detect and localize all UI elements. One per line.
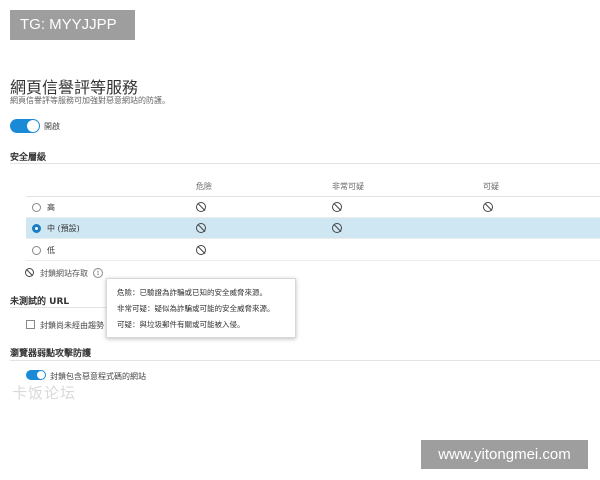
level-row-medium[interactable]: 中 (預設): [26, 218, 600, 239]
toggle-knob: [37, 371, 45, 379]
block-untested-label: 封鎖尚未經由趨勢: [40, 321, 104, 330]
radio-low[interactable]: [32, 246, 41, 255]
page-subtitle: 網頁信譽評等服務可加強對惡意網站的防護。: [10, 96, 170, 105]
divider: [10, 163, 600, 164]
block-icon: [332, 223, 342, 233]
block-icon: [196, 245, 206, 255]
radio-high[interactable]: [32, 203, 41, 212]
level-label-high: 高: [47, 203, 55, 212]
main-toggle-label: 開啟: [44, 122, 60, 131]
divider: [10, 307, 106, 308]
security-level-heading: 安全層級: [10, 153, 47, 163]
tooltip-line-suspicious: 可疑：與垃圾郵件有關或可能被入侵。: [117, 320, 245, 329]
browser-exploit-heading: 瀏覽器弱點攻擊防護: [10, 349, 92, 359]
block-icon: [332, 202, 342, 212]
browser-exploit-label: 封鎖包含惡意程式碼的網站: [50, 372, 146, 381]
block-icon: [196, 223, 206, 233]
watermark-faint: 卡饭论坛: [12, 384, 77, 402]
block-untested-checkbox[interactable]: [26, 320, 35, 329]
level-row-low[interactable]: 低: [26, 240, 600, 261]
tooltip-line-highly-suspicious: 非常可疑：疑似為詐騙或可能的安全威脅來源。: [117, 304, 275, 313]
info-icon[interactable]: i: [93, 268, 103, 278]
main-toggle[interactable]: [10, 119, 40, 133]
block-icon: [483, 202, 493, 212]
block-icon: [25, 268, 34, 277]
watermark-top: TG: MYYJJPP: [10, 10, 135, 40]
radio-medium[interactable]: [32, 224, 41, 233]
divider: [10, 360, 600, 361]
level-label-medium: 中 (預設): [47, 224, 80, 233]
risk-level-tooltip: 危險：已驗證為詐騙或已知的安全威脅來源。 非常可疑：疑似為詐騙或可能的安全威脅來…: [106, 278, 296, 338]
column-header-suspicious: 可疑: [483, 182, 499, 191]
untested-url-heading: 未測試的 URL: [10, 297, 70, 307]
level-label-low: 低: [47, 246, 55, 255]
column-header-highly-suspicious: 非常可疑: [332, 182, 364, 191]
block-icon: [196, 202, 206, 212]
watermark-bottom: www.yitongmei.com: [421, 440, 588, 469]
block-legend-label: 封鎖網站存取: [40, 269, 88, 278]
browser-exploit-toggle[interactable]: [26, 370, 46, 380]
tooltip-line-dangerous: 危險：已驗證為詐騙或已知的安全威脅來源。: [117, 288, 267, 297]
toggle-knob: [27, 120, 39, 132]
column-header-dangerous: 危險: [196, 182, 212, 191]
level-row-high[interactable]: 高: [26, 197, 600, 218]
